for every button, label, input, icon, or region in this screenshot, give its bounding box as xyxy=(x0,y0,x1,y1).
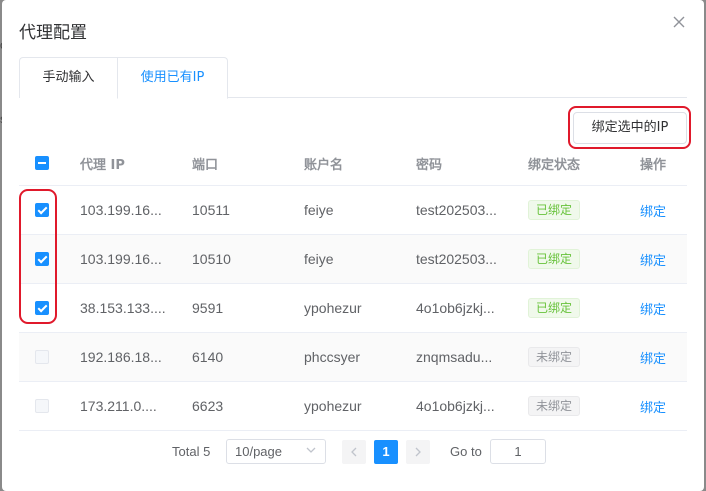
chevron-right-icon xyxy=(415,447,421,457)
cell-port: 10510 xyxy=(192,251,231,267)
next-page-button[interactable] xyxy=(406,440,430,464)
cell-proxy-ip: 192.186.18... xyxy=(80,349,162,365)
cell-port: 6140 xyxy=(192,349,224,365)
status-badge: 未绑定 xyxy=(528,347,581,367)
pagination-total: Total 5 xyxy=(172,444,211,459)
cell-password: 4o1ob6jzkj... xyxy=(416,300,495,316)
tab-manual-input[interactable]: 手动输入 xyxy=(19,57,117,98)
pagination: Total 5 10/page 1 Go to xyxy=(2,439,704,465)
cell-password: 4o1ob6jzkj... xyxy=(416,398,495,414)
column-header-actions: 操作 xyxy=(640,157,667,173)
bind-link[interactable]: 绑定 xyxy=(640,348,666,367)
bind-selected-ip-button[interactable]: 绑定选中的IP xyxy=(573,112,687,144)
column-header-port: 端口 xyxy=(192,157,219,173)
select-all-checkbox[interactable] xyxy=(35,156,49,170)
cell-password: test202503... xyxy=(416,251,497,267)
cell-username: ypohezur xyxy=(304,398,362,414)
column-header-bind-status: 绑定状态 xyxy=(528,157,581,173)
chevron-down-icon xyxy=(306,447,316,453)
table-row: 103.199.16... 10511 feiye test202503... … xyxy=(19,186,687,235)
row-checkbox[interactable] xyxy=(35,301,49,315)
page-size-value: 10/page xyxy=(235,444,282,459)
cell-proxy-ip: 103.199.16... xyxy=(80,202,162,218)
page-size-select[interactable]: 10/page xyxy=(226,439,326,464)
close-icon[interactable] xyxy=(669,12,689,32)
row-checkbox[interactable] xyxy=(35,252,49,266)
bind-link[interactable]: 绑定 xyxy=(640,201,666,220)
cell-username: feiye xyxy=(304,251,334,267)
cell-proxy-ip: 173.211.0.... xyxy=(80,398,157,414)
page-number-button[interactable]: 1 xyxy=(374,440,398,464)
dialog-title: 代理配置 xyxy=(19,23,87,43)
cell-username: phccsyer xyxy=(304,349,361,365)
status-badge: 已绑定 xyxy=(528,298,581,318)
cell-username: ypohezur xyxy=(304,300,362,316)
table-row: 192.186.18... 6140 phccsyer znqmsadu... … xyxy=(19,333,687,382)
cell-password: znqmsadu... xyxy=(416,349,493,365)
cell-username: feiye xyxy=(304,202,334,218)
proxy-config-dialog: 代理配置 手动输入 使用已有IP 绑定选中的IP 代理 IP 端口 账户名 密码… xyxy=(2,0,704,491)
row-checkbox[interactable] xyxy=(35,399,49,413)
cell-password: test202503... xyxy=(416,202,497,218)
proxy-ip-table: 代理 IP 端口 账户名 密码 绑定状态 操作 103.199.16... 10… xyxy=(19,141,687,431)
bind-link[interactable]: 绑定 xyxy=(640,299,666,318)
status-badge: 未绑定 xyxy=(528,396,581,416)
table-row: 103.199.16... 10510 feiye test202503... … xyxy=(19,235,687,284)
prev-page-button[interactable] xyxy=(342,440,366,464)
status-badge: 已绑定 xyxy=(528,200,581,220)
table-row: 173.211.0.... 6623 ypohezur 4o1ob6jzkj..… xyxy=(19,382,687,431)
status-badge: 已绑定 xyxy=(528,249,581,269)
tab-use-existing-ip[interactable]: 使用已有IP xyxy=(117,57,228,99)
table-row: 38.153.133.... 9591 ypohezur 4o1ob6jzkj.… xyxy=(19,284,687,333)
cell-port: 9591 xyxy=(192,300,224,316)
column-header-proxy-ip: 代理 IP xyxy=(80,157,125,173)
table-header: 代理 IP 端口 账户名 密码 绑定状态 操作 xyxy=(19,141,687,186)
row-checkbox[interactable] xyxy=(35,203,49,217)
row-checkbox[interactable] xyxy=(35,350,49,364)
column-header-password: 密码 xyxy=(416,157,443,173)
cell-port: 10511 xyxy=(192,202,230,218)
chevron-left-icon xyxy=(351,447,357,457)
cell-proxy-ip: 38.153.133.... xyxy=(80,300,166,316)
cell-port: 6623 xyxy=(192,398,224,414)
goto-label: Go to xyxy=(450,444,482,459)
goto-page-input[interactable] xyxy=(490,439,546,464)
bind-link[interactable]: 绑定 xyxy=(640,250,666,269)
column-header-username: 账户名 xyxy=(304,157,344,173)
bind-link[interactable]: 绑定 xyxy=(640,397,666,416)
tab-bar: 手动输入 使用已有IP xyxy=(19,57,687,99)
cell-proxy-ip: 103.199.16... xyxy=(80,251,162,267)
